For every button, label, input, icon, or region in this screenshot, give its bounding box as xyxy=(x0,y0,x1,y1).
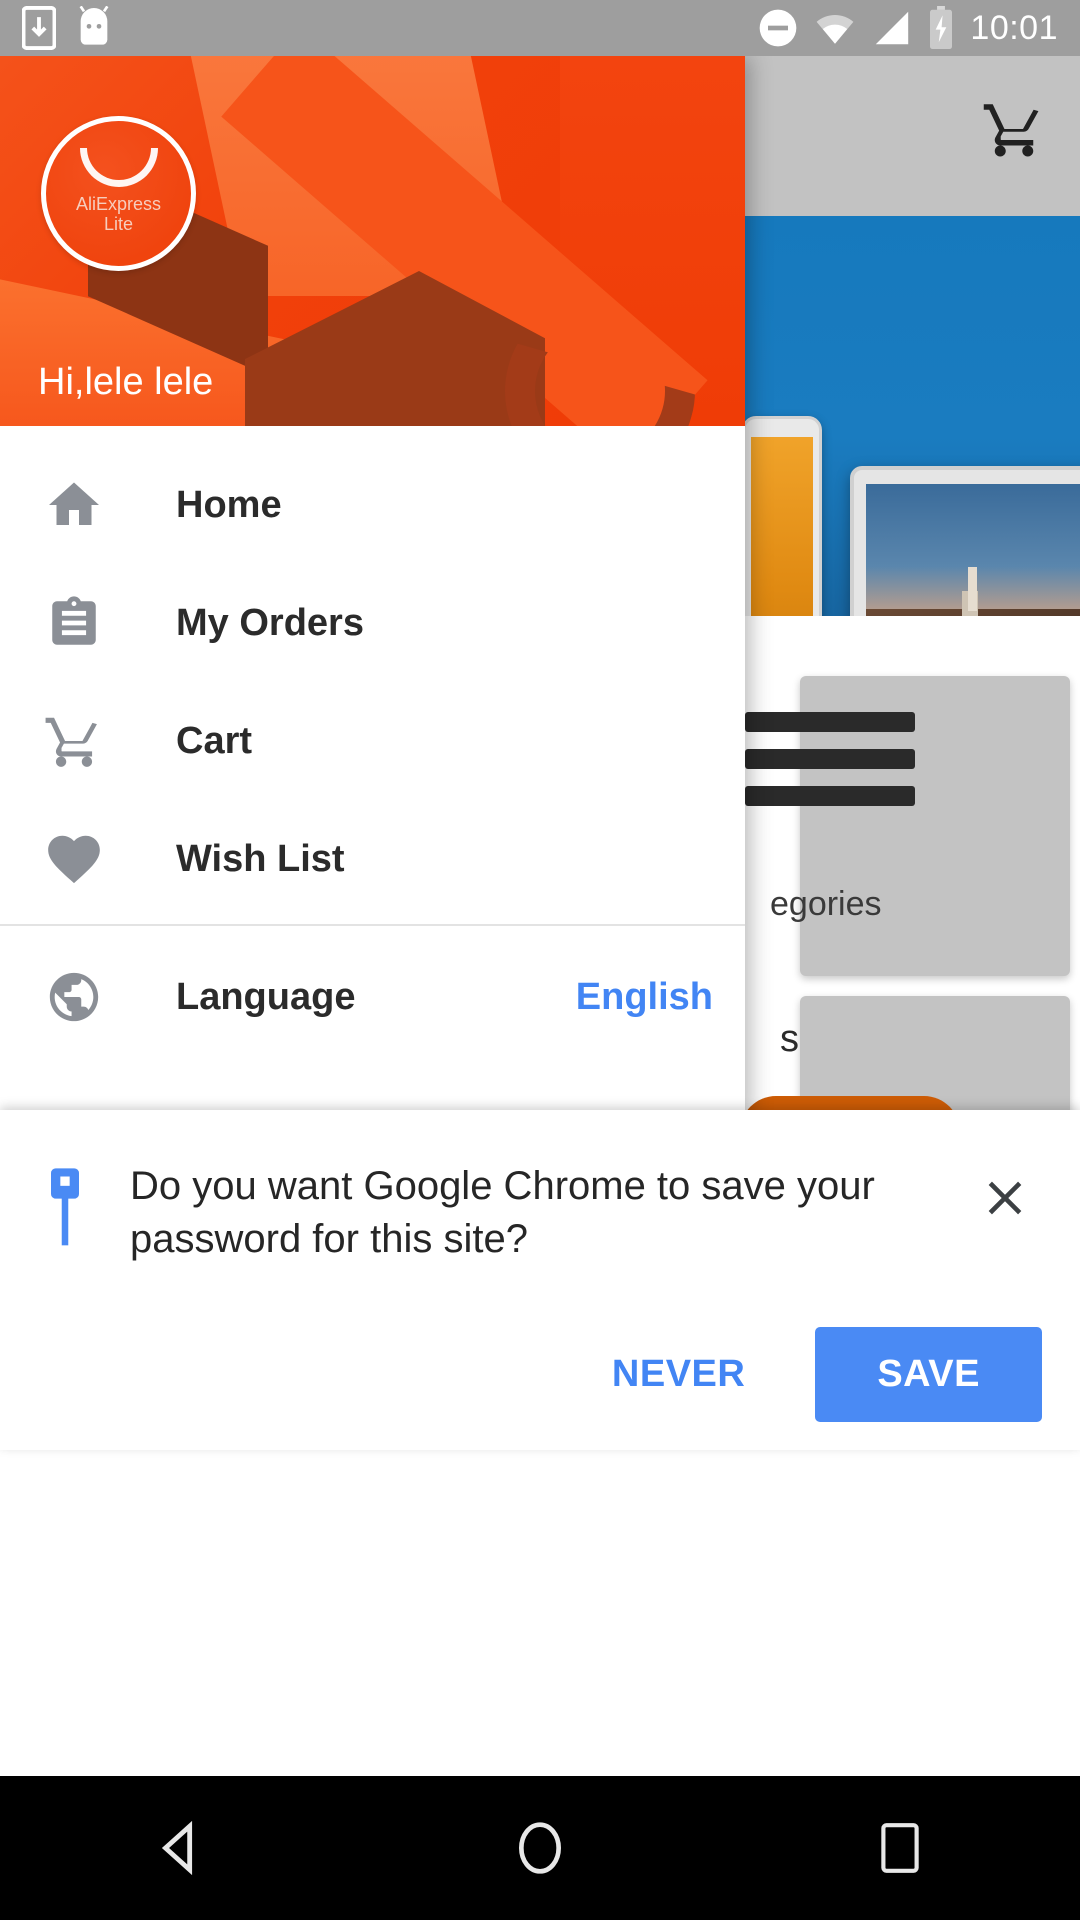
sidebar-item-label: Home xyxy=(176,483,282,526)
product-device-tablet xyxy=(850,466,1080,616)
product-device-small xyxy=(742,416,822,616)
android-icon xyxy=(74,6,114,50)
key-icon xyxy=(0,1160,130,1248)
user-greeting: Hi,lele lele xyxy=(38,361,214,403)
navigation-drawer: AliExpress Lite Hi,lele lele Home My Ord… xyxy=(0,56,745,1120)
battery-charging-icon xyxy=(928,6,954,50)
infobar-message: Do you want Google Chrome to save your p… xyxy=(130,1164,875,1261)
promo-card-title: s xyxy=(780,1018,799,1060)
wifi-icon xyxy=(814,10,856,46)
never-button[interactable]: NEVER xyxy=(612,1353,745,1396)
sidebar-item-label: Wish List xyxy=(176,837,345,880)
menu-lines-icon xyxy=(745,712,915,823)
language-value[interactable]: English xyxy=(576,976,713,1019)
clipboard-icon xyxy=(38,594,110,652)
category-card-label: egories xyxy=(770,885,882,923)
android-nav-bar xyxy=(0,1776,1080,1920)
cart-icon[interactable] xyxy=(978,96,1050,162)
sidebar-item-label: My Orders xyxy=(176,601,364,644)
save-password-infobar: Do you want Google Chrome to save your p… xyxy=(0,1110,1080,1450)
brand-name-line2: Lite xyxy=(103,213,134,234)
drawer-settings-section: Language English xyxy=(0,926,745,1056)
heart-icon xyxy=(38,828,110,890)
back-icon[interactable] xyxy=(110,1776,250,1920)
cart-icon xyxy=(38,710,110,772)
brand-name-line1: AliExpress xyxy=(75,193,162,214)
sidebar-item-home[interactable]: Home xyxy=(0,446,745,564)
sidebar-item-label: Language xyxy=(176,975,356,1018)
close-icon[interactable] xyxy=(930,1160,1080,1226)
do-not-disturb-icon xyxy=(758,8,798,48)
drawer-header: AliExpress Lite Hi,lele lele xyxy=(0,56,745,426)
lighthouse-photo xyxy=(866,484,1080,616)
smile-bag-icon xyxy=(79,147,158,187)
avatar[interactable]: AliExpress Lite xyxy=(41,116,196,271)
sidebar-item-language[interactable]: Language English xyxy=(0,938,745,1056)
sidebar-item-cart[interactable]: Cart xyxy=(0,682,745,800)
globe-icon xyxy=(38,968,110,1026)
status-bar-clock: 10:01 xyxy=(970,9,1058,47)
status-bar: 10:01 xyxy=(0,0,1080,56)
save-button[interactable]: SAVE xyxy=(815,1327,1042,1422)
download-icon xyxy=(22,6,56,50)
signal-icon xyxy=(872,10,912,46)
phone-screen: egories s ff AliExpress Lite xyxy=(0,0,1080,1920)
sidebar-item-my-orders[interactable]: My Orders xyxy=(0,564,745,682)
sidebar-item-label: Cart xyxy=(176,719,253,762)
home-circle-icon[interactable] xyxy=(470,1776,610,1920)
home-icon xyxy=(38,475,110,535)
background-category-card[interactable]: egories xyxy=(745,676,1070,976)
drawer-menu: Home My Orders Cart Wish List Language E… xyxy=(0,426,745,1056)
recents-icon[interactable] xyxy=(830,1776,970,1920)
sidebar-item-wish-list[interactable]: Wish List xyxy=(0,800,745,918)
